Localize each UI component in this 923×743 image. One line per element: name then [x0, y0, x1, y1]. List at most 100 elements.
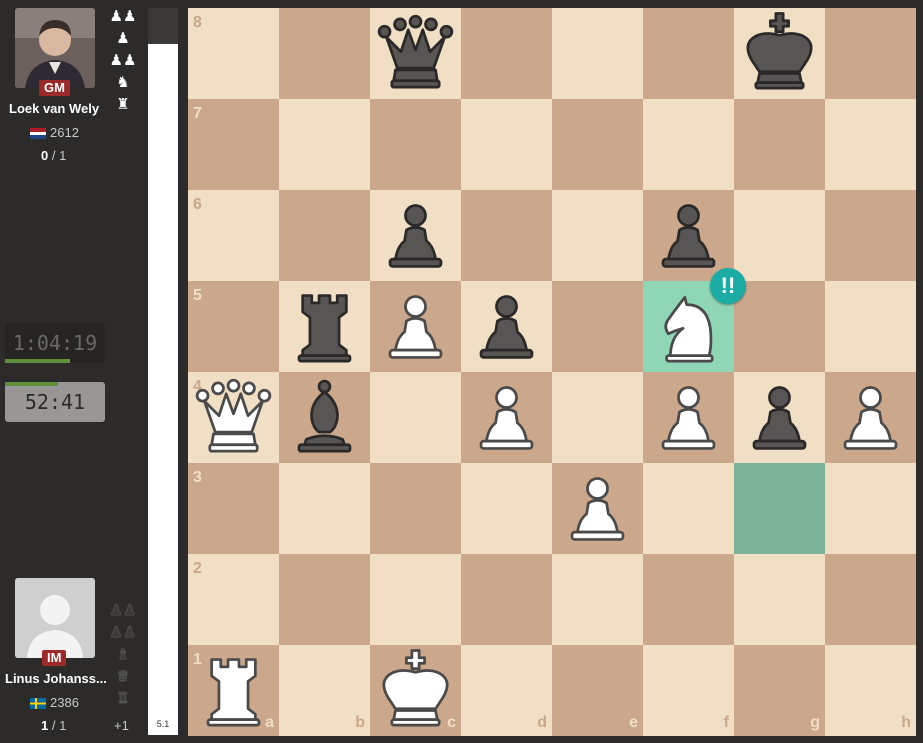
square-f7[interactable] — [643, 99, 734, 190]
square-h5[interactable] — [825, 281, 916, 372]
white-pawn-piece[interactable] — [370, 281, 461, 372]
square-c4[interactable] — [370, 372, 461, 463]
white-rook-piece[interactable] — [188, 645, 279, 736]
top-player-name[interactable]: Loek van Wely — [9, 101, 99, 116]
white-queen-piece[interactable] — [188, 372, 279, 463]
square-e2[interactable] — [552, 554, 643, 645]
captured-queen-icon: ♛ — [116, 668, 130, 685]
square-a5[interactable]: 5 — [188, 281, 279, 372]
square-g2[interactable] — [734, 554, 825, 645]
square-e3[interactable] — [552, 463, 643, 554]
square-g6[interactable] — [734, 190, 825, 281]
black-king-piece[interactable] — [734, 8, 825, 99]
black-pawn-piece[interactable] — [461, 281, 552, 372]
square-g3[interactable] — [734, 463, 825, 554]
square-d2[interactable] — [461, 554, 552, 645]
bottom-player-title-badge: IM — [42, 650, 67, 666]
square-f4[interactable] — [643, 372, 734, 463]
square-c5[interactable] — [370, 281, 461, 372]
square-d8[interactable] — [461, 8, 552, 99]
square-e6[interactable] — [552, 190, 643, 281]
square-e1[interactable]: e — [552, 645, 643, 736]
square-a7[interactable]: 7 — [188, 99, 279, 190]
square-h4[interactable] — [825, 372, 916, 463]
square-e8[interactable] — [552, 8, 643, 99]
square-b4[interactable] — [279, 372, 370, 463]
rank-label: 5 — [193, 287, 202, 304]
square-c2[interactable] — [370, 554, 461, 645]
rank-label: 3 — [193, 469, 202, 486]
black-rook-piece[interactable] — [279, 281, 370, 372]
square-a4[interactable]: 4 — [188, 372, 279, 463]
black-queen-piece[interactable] — [370, 8, 461, 99]
square-h2[interactable] — [825, 554, 916, 645]
square-h7[interactable] — [825, 99, 916, 190]
square-g8[interactable] — [734, 8, 825, 99]
square-a1[interactable]: 1a — [188, 645, 279, 736]
bottom-player-captured-pieces: ♟♟ ♟♟ ♝ ♛ ♜ — [110, 600, 137, 710]
square-h6[interactable] — [825, 190, 916, 281]
rank-label: 8 — [193, 14, 202, 31]
square-a3[interactable]: 3 — [188, 463, 279, 554]
file-label: d — [537, 714, 547, 731]
file-label: e — [629, 714, 638, 731]
black-pawn-piece[interactable] — [370, 190, 461, 281]
square-d1[interactable]: d — [461, 645, 552, 736]
bottom-player-avatar[interactable] — [15, 578, 95, 658]
square-g1[interactable]: g — [734, 645, 825, 736]
black-pawn-piece[interactable] — [734, 372, 825, 463]
bottom-player-score: 1 / 1 — [41, 718, 67, 733]
square-b5[interactable] — [279, 281, 370, 372]
black-pawn-piece[interactable] — [643, 190, 734, 281]
square-e4[interactable] — [552, 372, 643, 463]
square-d7[interactable] — [461, 99, 552, 190]
square-h3[interactable] — [825, 463, 916, 554]
bottom-player-name[interactable]: Linus Johanss... — [5, 671, 107, 686]
square-c8[interactable] — [370, 8, 461, 99]
square-c6[interactable] — [370, 190, 461, 281]
black-bishop-piece[interactable] — [279, 372, 370, 463]
white-pawn-piece[interactable] — [552, 463, 643, 554]
square-h1[interactable]: h — [825, 645, 916, 736]
square-b2[interactable] — [279, 554, 370, 645]
square-f6[interactable] — [643, 190, 734, 281]
square-h8[interactable] — [825, 8, 916, 99]
white-pawn-piece[interactable] — [461, 372, 552, 463]
square-a2[interactable]: 2 — [188, 554, 279, 645]
square-d6[interactable] — [461, 190, 552, 281]
square-f2[interactable] — [643, 554, 734, 645]
square-b1[interactable]: b — [279, 645, 370, 736]
square-g4[interactable] — [734, 372, 825, 463]
move-number[interactable]: 5.1 — [148, 719, 178, 729]
chess-board[interactable]: 8 7 6 5 4 3 2 1a bc d e f g h — [188, 8, 916, 736]
brilliant-move-badge: !! — [710, 268, 746, 304]
square-b8[interactable] — [279, 8, 370, 99]
square-c1[interactable]: c — [370, 645, 461, 736]
white-king-piece[interactable] — [370, 645, 461, 736]
move-list-panel[interactable]: 5.1 — [148, 8, 178, 735]
square-f1[interactable]: f — [643, 645, 734, 736]
square-c3[interactable] — [370, 463, 461, 554]
square-b6[interactable] — [279, 190, 370, 281]
square-b3[interactable] — [279, 463, 370, 554]
file-label: h — [901, 714, 911, 731]
material-advantage: +1 — [114, 718, 129, 733]
square-d5[interactable] — [461, 281, 552, 372]
square-g5[interactable] — [734, 281, 825, 372]
square-b7[interactable] — [279, 99, 370, 190]
square-e7[interactable] — [552, 99, 643, 190]
white-pawn-piece[interactable] — [643, 372, 734, 463]
square-d4[interactable] — [461, 372, 552, 463]
square-a8[interactable]: 8 — [188, 8, 279, 99]
white-pawn-piece[interactable] — [825, 372, 916, 463]
captured-bishop-icon: ♝ — [116, 646, 130, 663]
square-c7[interactable] — [370, 99, 461, 190]
top-player-avatar[interactable] — [15, 8, 95, 88]
square-f3[interactable] — [643, 463, 734, 554]
square-g7[interactable] — [734, 99, 825, 190]
square-f8[interactable] — [643, 8, 734, 99]
square-e5[interactable] — [552, 281, 643, 372]
top-player-rating-row: 2612 — [30, 125, 79, 140]
square-a6[interactable]: 6 — [188, 190, 279, 281]
square-d3[interactable] — [461, 463, 552, 554]
